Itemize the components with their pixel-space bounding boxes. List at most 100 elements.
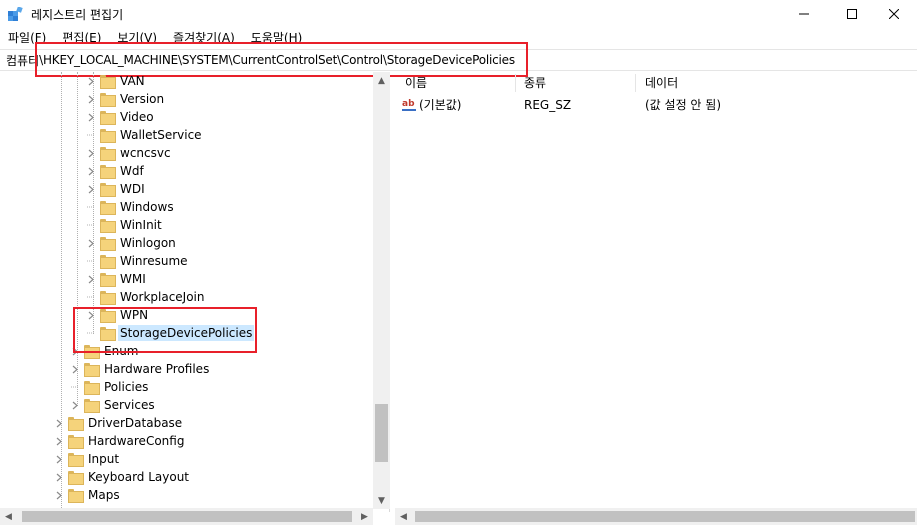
menu-edit[interactable]: 편집(E): [54, 28, 109, 48]
tree-item-label: Video: [120, 110, 154, 124]
tree-item[interactable]: WorkplaceJoin: [84, 288, 207, 306]
scroll-down-arrow-icon[interactable]: ▼: [373, 492, 390, 509]
tree-spacer: [84, 252, 98, 270]
menu-favorites[interactable]: 즐겨찾기(A): [165, 28, 243, 48]
folder-icon: [68, 453, 84, 467]
values-horizontal-scrollbar[interactable]: ◀: [395, 508, 917, 525]
tree-item-label: Version: [120, 92, 165, 106]
folder-icon: [100, 147, 116, 161]
window-title: 레지스트리 편집기: [31, 8, 124, 22]
chevron-right-icon[interactable]: [84, 72, 98, 90]
tree-spacer: [84, 126, 98, 144]
tree-item-label: Keyboard Layout: [88, 470, 190, 484]
menu-file[interactable]: 파일(F): [0, 28, 54, 48]
tree-spacer: [84, 198, 98, 216]
column-header-data[interactable]: 데이터: [645, 72, 678, 94]
tree-item[interactable]: Enum: [68, 342, 140, 360]
values-hscroll-thumb[interactable]: [415, 511, 915, 522]
chevron-right-icon[interactable]: [68, 396, 82, 414]
chevron-right-icon[interactable]: [84, 270, 98, 288]
tree-item[interactable]: Services: [68, 396, 157, 414]
chevron-right-icon[interactable]: [52, 486, 66, 504]
folder-icon: [68, 471, 84, 485]
maximize-button[interactable]: [829, 0, 875, 28]
menu-bar: 파일(F) 편집(E) 보기(V) 즐겨찾기(A) 도움말(H): [0, 28, 917, 48]
tree-item[interactable]: WMI: [84, 270, 148, 288]
chevron-right-icon[interactable]: [84, 144, 98, 162]
tree-item[interactable]: Version: [84, 90, 166, 108]
tree-item-label: Input: [88, 452, 120, 466]
tree-item[interactable]: Maps: [52, 486, 122, 504]
tree-item[interactable]: Winlogon: [84, 234, 178, 252]
chevron-right-icon[interactable]: [84, 108, 98, 126]
tree-item-label: Winlogon: [120, 236, 176, 250]
tree-item-label: wcncsvc: [120, 146, 171, 160]
tree-item-label: Enum: [104, 344, 139, 358]
tree-item[interactable]: HardwareConfig: [52, 432, 186, 450]
chevron-right-icon[interactable]: [52, 414, 66, 432]
tree-item[interactable]: Wdf: [84, 162, 146, 180]
column-header-name[interactable]: 이름: [405, 72, 427, 94]
tree-item-label: Services: [104, 398, 155, 412]
value-row[interactable]: ab (기본값) REG_SZ (값 설정 안 됨): [395, 95, 917, 115]
chevron-right-icon[interactable]: [68, 360, 82, 378]
string-value-icon: ab: [402, 99, 416, 111]
chevron-right-icon[interactable]: [84, 162, 98, 180]
tree-spacer: [84, 216, 98, 234]
maximize-icon: [847, 9, 857, 19]
chevron-right-icon[interactable]: [84, 234, 98, 252]
tree-item[interactable]: Input: [52, 450, 121, 468]
chevron-right-icon[interactable]: [68, 342, 82, 360]
column-separator[interactable]: [635, 74, 636, 92]
scroll-up-arrow-icon[interactable]: ▲: [373, 72, 390, 89]
tree-item[interactable]: WPN: [84, 306, 150, 324]
tree-item[interactable]: wcncsvc: [84, 144, 173, 162]
chevron-right-icon[interactable]: [84, 306, 98, 324]
tree-item[interactable]: WinInit: [84, 216, 164, 234]
column-separator[interactable]: [515, 74, 516, 92]
chevron-right-icon[interactable]: [52, 450, 66, 468]
tree-vertical-scrollbar[interactable]: ▲ ▼: [373, 72, 390, 509]
minimize-button[interactable]: [781, 0, 827, 28]
address-prefix: 컴퓨터: [6, 53, 40, 68]
tree-horizontal-scrollbar[interactable]: ◀ ▶: [0, 508, 373, 525]
column-header-type[interactable]: 종류: [524, 72, 546, 94]
tree-item[interactable]: Windows: [84, 198, 176, 216]
value-data: (값 설정 안 됨): [645, 98, 722, 112]
tree-item[interactable]: Winresume: [84, 252, 190, 270]
tree-item-label: WMI: [120, 272, 146, 286]
tree-hscroll-thumb[interactable]: [22, 511, 352, 522]
value-name: (기본값): [419, 98, 462, 112]
menu-help[interactable]: 도움말(H): [243, 28, 311, 48]
tree-item-label: VAN: [120, 74, 145, 88]
menu-view[interactable]: 보기(V): [109, 28, 165, 48]
address-bar[interactable]: 컴퓨터 \HKEY_LOCAL_MACHINE\SYSTEM\CurrentCon…: [0, 49, 917, 71]
tree-item[interactable]: WDI: [84, 180, 147, 198]
scroll-left-arrow-icon[interactable]: ◀: [395, 508, 412, 525]
scroll-left-arrow-icon[interactable]: ◀: [0, 508, 17, 525]
folder-icon: [100, 75, 116, 89]
tree-item[interactable]: Video: [84, 108, 156, 126]
tree-item[interactable]: StorageDevicePolicies: [84, 324, 255, 342]
chevron-right-icon[interactable]: [84, 90, 98, 108]
folder-icon: [100, 165, 116, 179]
tree-scroll-thumb[interactable]: [375, 404, 388, 462]
tree-item[interactable]: Hardware Profiles: [68, 360, 211, 378]
chevron-right-icon[interactable]: [84, 180, 98, 198]
chevron-right-icon[interactable]: [52, 432, 66, 450]
tree-item[interactable]: Policies: [68, 378, 150, 396]
chevron-right-icon[interactable]: [52, 468, 66, 486]
tree-item-label: DriverDatabase: [88, 416, 183, 430]
close-button[interactable]: [871, 0, 917, 28]
scroll-right-arrow-icon[interactable]: ▶: [356, 508, 373, 525]
tree-item[interactable]: WalletService: [84, 126, 204, 144]
tree-item[interactable]: DriverDatabase: [52, 414, 184, 432]
tree-spacer: [84, 324, 98, 342]
value-type: REG_SZ: [524, 98, 572, 112]
tree-item[interactable]: Keyboard Layout: [52, 468, 191, 486]
folder-icon: [68, 417, 84, 431]
tree-item[interactable]: VAN: [84, 72, 147, 90]
key-tree: VAN Version Video WalletService wcncsvc Wdf WD…: [0, 72, 390, 512]
folder-icon: [100, 93, 116, 107]
title-bar: 레지스트리 편집기: [0, 0, 917, 28]
